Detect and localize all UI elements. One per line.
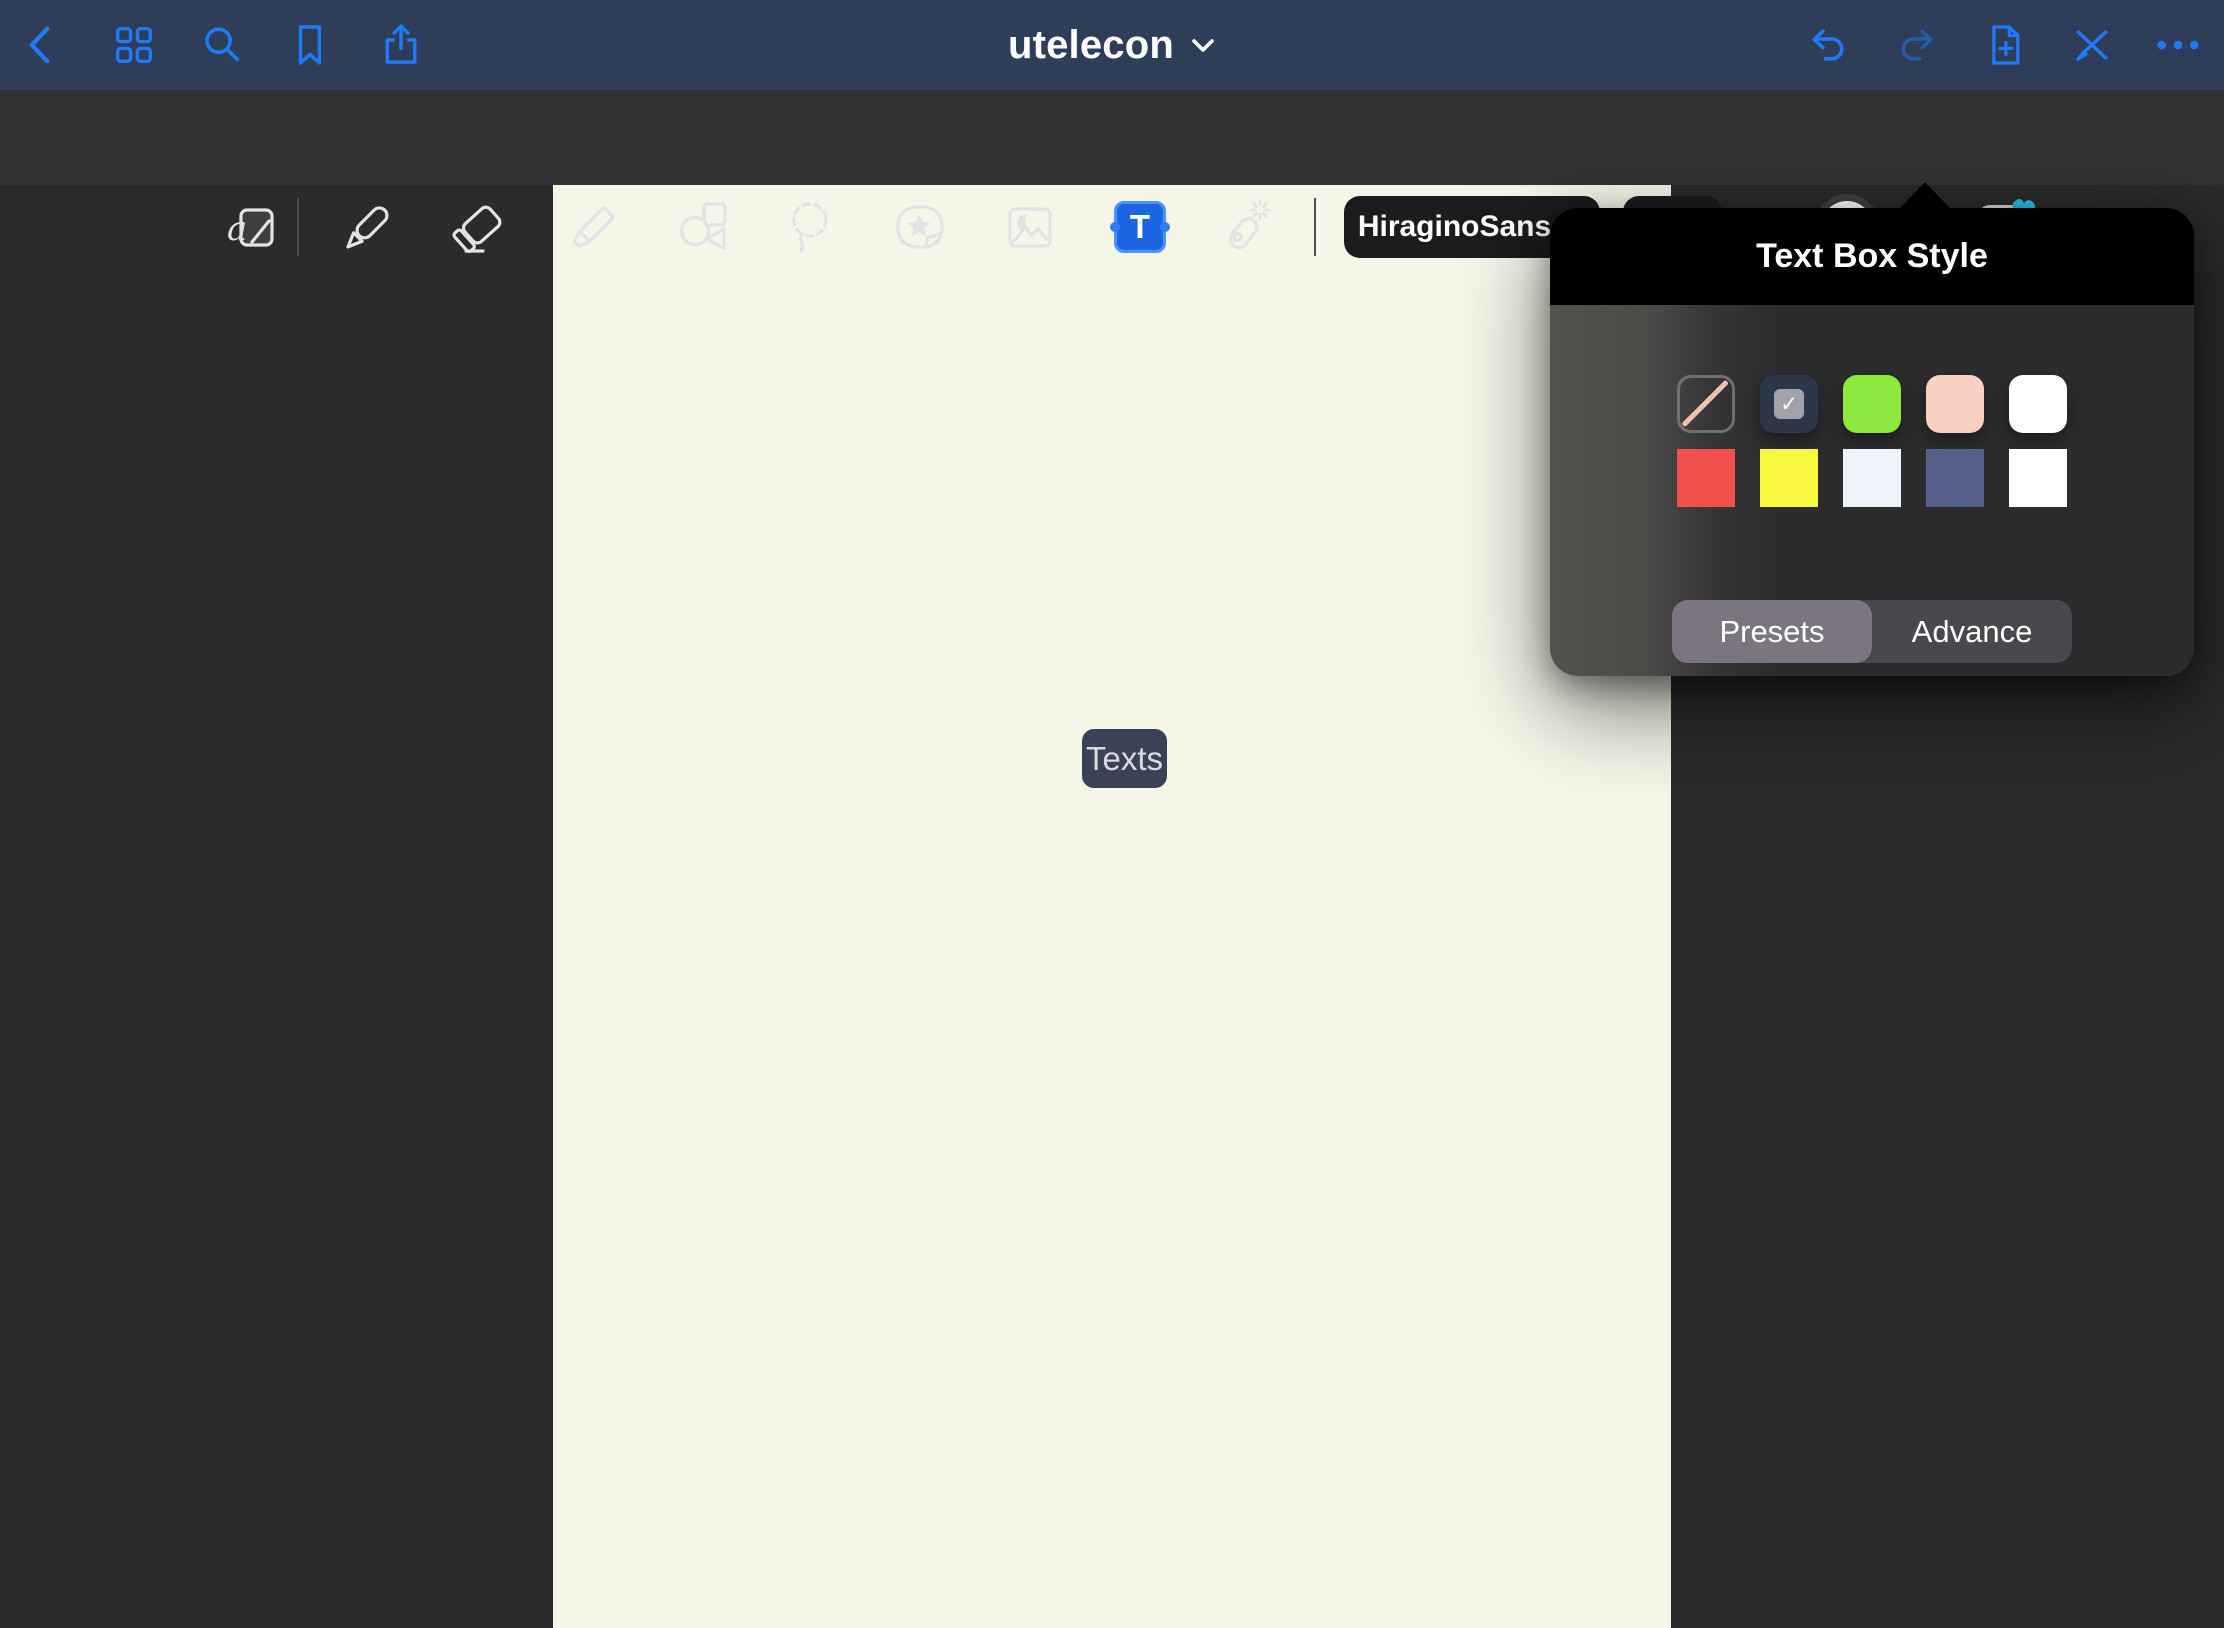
add-page-button[interactable]: [1981, 21, 2029, 69]
highlighter-tool-button[interactable]: [558, 195, 622, 259]
eraser-icon: [446, 195, 510, 259]
lasso-icon: [778, 195, 842, 259]
popover-header: Text Box Style: [1550, 208, 2194, 305]
presets-advance-segmented-control: Presets Advance: [1672, 600, 2072, 663]
swatch-none[interactable]: [1677, 375, 1735, 433]
image-icon: [998, 195, 1062, 259]
popover-body: ✓ Presets Advance: [1550, 305, 2194, 676]
read-only-icon: a: [221, 195, 285, 259]
document-title-area[interactable]: utelecon: [0, 0, 2224, 90]
canvas-textbox[interactable]: Texts: [1082, 729, 1167, 788]
tab-presets[interactable]: Presets: [1672, 600, 1872, 663]
selected-checkbox: ✓: [1774, 389, 1804, 419]
laser-pointer-button[interactable]: [1213, 195, 1277, 259]
popover-title: Text Box Style: [1756, 237, 1988, 276]
redo-icon: [1893, 21, 1941, 69]
exit-annotation-button[interactable]: [2068, 21, 2116, 69]
highlighter-icon: [558, 195, 622, 259]
document-title: utelecon: [1008, 23, 1174, 68]
eraser-tool-button[interactable]: [446, 195, 510, 259]
swatch-yellow[interactable]: [1760, 449, 1818, 507]
laser-pointer-icon: [1213, 195, 1277, 259]
sticker-icon: [888, 195, 952, 259]
swatch-peach[interactable]: [1926, 375, 1984, 433]
read-only-mode-button[interactable]: a: [221, 195, 285, 259]
swatch-green[interactable]: [1843, 375, 1901, 433]
style-swatch-grid: ✓: [1677, 375, 2067, 507]
swatch-white-rounded[interactable]: [2009, 375, 2067, 433]
popover-arrow: [1899, 182, 1951, 209]
shapes-tool-button[interactable]: [668, 195, 732, 259]
undo-button[interactable]: [1804, 21, 1852, 69]
add-page-icon: [1981, 21, 2029, 69]
check-icon: ✓: [1780, 392, 1798, 417]
media-tool-button[interactable]: [998, 195, 1062, 259]
text-tool-handle-right: [1160, 222, 1170, 232]
ellipsis-icon: [2154, 21, 2202, 69]
swatch-pale-blue[interactable]: [1843, 449, 1901, 507]
swatch-slate-blue[interactable]: [1926, 449, 1984, 507]
sticker-tool-button[interactable]: [888, 195, 952, 259]
lasso-tool-button[interactable]: [778, 195, 842, 259]
redo-button[interactable]: [1893, 21, 1941, 69]
title-chevron-down-icon: [1190, 36, 1216, 54]
swatch-dark-navy[interactable]: ✓: [1760, 375, 1818, 433]
tab-advance[interactable]: Advance: [1872, 600, 2072, 663]
tools-bar: a T HiraginoSans-... 16: [0, 90, 2224, 185]
shapes-icon: [668, 195, 732, 259]
swatch-red[interactable]: [1677, 449, 1735, 507]
text-tool-glyph: T: [1130, 208, 1150, 246]
nav-bar: utelecon: [0, 0, 2224, 90]
swatch-white-square[interactable]: [2009, 449, 2067, 507]
note-page[interactable]: [553, 185, 1671, 1628]
pen-icon: [336, 195, 400, 259]
text-box-style-popover: Text Box Style ✓ Presets Advance: [1550, 208, 2194, 676]
screen: { "app": { "title": "utelecon" }, "nav":…: [0, 0, 2224, 1628]
pen-tool-button[interactable]: [336, 195, 400, 259]
text-tool-handle-left: [1110, 222, 1120, 232]
svg-text:a: a: [227, 209, 247, 249]
toolbar-divider: [297, 198, 299, 256]
more-button[interactable]: [2154, 21, 2202, 69]
pen-cross-icon: [2068, 21, 2116, 69]
text-tool-button[interactable]: T: [1114, 201, 1166, 253]
toolbar-divider: [1314, 198, 1316, 256]
undo-icon: [1804, 21, 1852, 69]
